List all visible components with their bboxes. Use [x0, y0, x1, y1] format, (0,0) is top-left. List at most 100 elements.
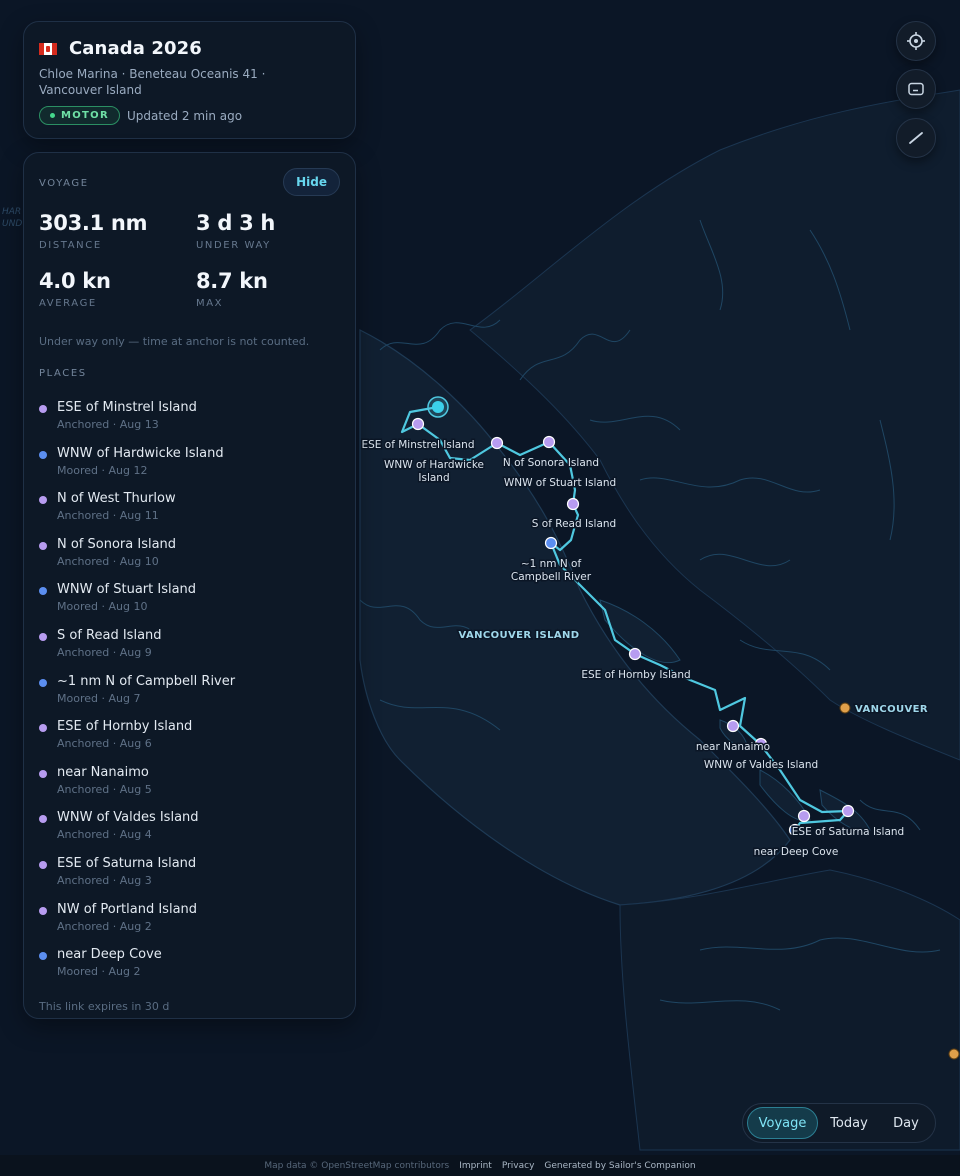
place-item[interactable]: ~1 nm N of Campbell River Moored · Aug 7 [39, 674, 340, 720]
trip-subtitle: Chloe Marina · Beneteau Oceanis 41 · Van… [39, 67, 266, 97]
stop-marker-portland[interactable] [797, 809, 811, 823]
layers-button[interactable] [896, 69, 936, 109]
privacy-link[interactable]: Privacy [502, 1161, 535, 1171]
edge-label-1: HAR [2, 207, 21, 217]
place-name: N of West Thurlow [57, 491, 176, 507]
voyage-section-label: VOYAGE [39, 178, 89, 189]
place-status-dot-icon [39, 724, 47, 733]
stop-marker-saturna[interactable] [841, 804, 855, 818]
map-label-campbell-2: Campbell River [511, 571, 592, 583]
stop-marker-minstrel[interactable] [411, 417, 425, 431]
link-expiry-note: This link expires in 30 d [39, 999, 170, 1013]
time-range-toggle: Voyage Today Day [742, 1103, 936, 1143]
map-label-nanaimo: near Nanaimo [696, 741, 770, 753]
place-status-dot-icon [39, 450, 47, 459]
place-item[interactable]: WNW of Stuart Island Moored · Aug 10 [39, 582, 340, 628]
place-name: near Nanaimo [57, 764, 149, 780]
place-name: N of Sonora Island [57, 536, 177, 552]
places-list: ESE of Minstrel Island Anchored · Aug 13 W… [39, 400, 340, 993]
place-status-dot-icon [39, 496, 47, 505]
place-status-dot-icon [39, 405, 47, 413]
place-name: WNW of Hardwicke Island [57, 445, 224, 461]
place-item[interactable]: ESE of Saturna Island Anchored · Aug 3 [39, 856, 340, 902]
stat-max-value: 8.7 kn [196, 269, 268, 293]
stop-marker-read[interactable] [566, 497, 580, 511]
place-item[interactable]: near Nanaimo Anchored · Aug 5 [39, 765, 340, 811]
underway-note: Under way only — time at anchor is not c… [39, 335, 310, 348]
stop-marker-nanaimo[interactable] [726, 719, 740, 733]
map-label-read: S of Read Island [532, 518, 616, 530]
generated-by-link[interactable]: Generated by Sailor's Companion [544, 1161, 695, 1171]
measure-button[interactable] [896, 118, 936, 158]
city-marker-edge[interactable] [948, 1048, 960, 1060]
stop-marker-campbell-river[interactable] [544, 536, 558, 550]
place-meta: Moored · Aug 12 [57, 463, 148, 477]
title-row: Canada 2026 [39, 38, 340, 59]
stop-marker-hornby[interactable] [628, 647, 642, 661]
map-label-deep-cove: near Deep Cove [754, 846, 839, 858]
stop-marker-west-thurlow[interactable] [542, 435, 556, 449]
place-item[interactable]: ESE of Hornby Island Anchored · Aug 6 [39, 719, 340, 765]
place-name: NW of Portland Island [57, 901, 198, 917]
voyage-stats: 303.1 nm DISTANCE 3 d 3 h UNDER WAY 4.0 … [39, 211, 340, 335]
voyage-section-header: VOYAGE Hide [39, 153, 340, 211]
place-item[interactable]: near Deep Cove Moored · Aug 2 [39, 947, 340, 993]
place-item[interactable]: WNW of Hardwicke Island Moored · Aug 12 [39, 446, 340, 492]
status-badge-label: MOTOR [61, 110, 109, 121]
place-item[interactable]: WNW of Valdes Island Anchored · Aug 4 [39, 810, 340, 856]
map-label-stuart: WNW of Stuart Island [504, 477, 616, 489]
place-status-dot-icon [39, 860, 47, 869]
place-name: ESE of Minstrel Island [57, 400, 197, 415]
footer-bar: Map data © OpenStreetMap contributors Im… [0, 1155, 960, 1176]
place-name: ~1 nm N of Campbell River [57, 673, 236, 689]
place-item[interactable]: N of West Thurlow Anchored · Aug 11 [39, 491, 340, 537]
mode-day-button[interactable]: Day [880, 1107, 932, 1139]
mode-voyage-button[interactable]: Voyage [747, 1107, 818, 1139]
place-name: ESE of Saturna Island [57, 855, 197, 871]
place-meta: Anchored · Aug 9 [57, 645, 152, 659]
stat-underway-label: UNDER WAY [196, 240, 271, 251]
stat-distance: 303.1 nm DISTANCE [39, 211, 189, 251]
canada-flag-icon [39, 42, 57, 55]
place-status-dot-icon [39, 769, 47, 778]
layers-icon [908, 82, 924, 96]
place-name: ESE of Hornby Island [57, 719, 193, 735]
place-status-dot-icon [39, 815, 47, 824]
place-meta: Moored · Aug 7 [57, 691, 141, 705]
voyage-panel: VOYAGE Hide 303.1 nm DISTANCE 3 d 3 h UN… [23, 152, 356, 1019]
map-attribution: Map data © OpenStreetMap contributors [264, 1160, 450, 1171]
place-meta: Anchored · Aug 3 [57, 873, 152, 887]
place-meta: Anchored · Aug 11 [57, 509, 159, 523]
vessel-position-marker[interactable] [432, 401, 444, 413]
stat-max-label: MAX [196, 298, 224, 309]
place-meta: Anchored · Aug 5 [57, 782, 152, 796]
mode-today-button[interactable]: Today [818, 1107, 880, 1139]
stat-underway-value: 3 d 3 h [196, 211, 276, 235]
place-item[interactable]: N of Sonora Island Anchored · Aug 10 [39, 537, 340, 583]
imprint-link[interactable]: Imprint [459, 1161, 492, 1171]
city-marker-vancouver[interactable] [839, 702, 851, 714]
place-status-dot-icon [39, 587, 47, 596]
hide-button[interactable]: Hide [283, 168, 340, 196]
locate-button[interactable] [896, 21, 936, 61]
map-label-hardwicke-2: Island [418, 472, 449, 484]
stat-distance-label: DISTANCE [39, 240, 102, 251]
place-meta: Anchored · Aug 6 [57, 737, 152, 751]
places-section-label: PLACES [39, 368, 87, 379]
updated-timestamp: Updated 2 min ago [126, 108, 243, 123]
map-label-saturna: ESE of Saturna Island [792, 826, 904, 838]
place-item[interactable]: NW of Portland Island Anchored · Aug 2 [39, 902, 340, 948]
place-name: WNW of Stuart Island [57, 582, 197, 598]
map-label-hardwicke-1: WNW of Hardwicke [384, 459, 484, 471]
place-status-dot-icon [39, 678, 47, 687]
stop-marker-sonora[interactable] [490, 436, 504, 450]
place-name: near Deep Cove [57, 947, 162, 963]
place-status-dot-icon [39, 952, 47, 961]
map-label-hornby: ESE of Hornby Island [581, 669, 690, 681]
place-item[interactable]: ESE of Minstrel Island Anchored · Aug 13 [39, 400, 340, 446]
stat-underway: 3 d 3 h UNDER WAY [196, 211, 346, 251]
place-item[interactable]: S of Read Island Anchored · Aug 9 [39, 628, 340, 674]
place-meta: Moored · Aug 10 [57, 600, 148, 614]
map-label-valdes: WNW of Valdes Island [704, 759, 818, 771]
stat-average-value: 4.0 kn [39, 269, 111, 293]
